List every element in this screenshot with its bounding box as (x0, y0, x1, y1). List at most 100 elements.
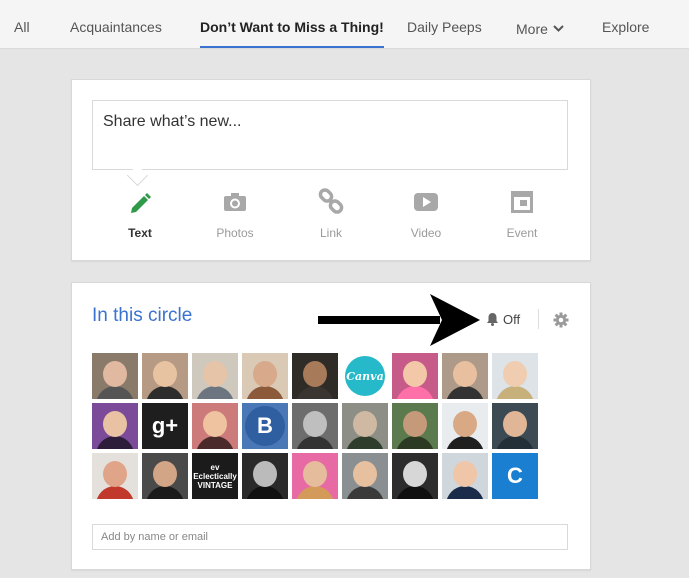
tab-explore[interactable]: Explore (602, 0, 649, 48)
notifications-toggle[interactable]: Off (486, 312, 520, 327)
link-icon (291, 188, 371, 216)
member-avatar[interactable] (442, 353, 488, 399)
member-avatar[interactable] (342, 403, 388, 449)
member-avatar[interactable] (292, 353, 338, 399)
member-avatar[interactable] (192, 403, 238, 449)
add-member-placeholder: Add by name or email (101, 531, 208, 543)
avatar-shoulders (396, 486, 434, 499)
member-avatar[interactable] (492, 403, 538, 449)
avatar-shoulders (196, 436, 234, 449)
avatar-head (503, 411, 527, 437)
share-option-label: Event (506, 226, 538, 240)
tab-label: Explore (602, 19, 650, 35)
share-photos-button[interactable]: Photos (195, 188, 275, 240)
avatar-shoulders (246, 486, 284, 499)
share-event-button[interactable]: Event (482, 188, 562, 240)
bell-icon (487, 313, 498, 326)
member-avatar[interactable] (92, 453, 138, 499)
member-avatar[interactable] (242, 453, 288, 499)
member-avatar[interactable] (142, 353, 188, 399)
avatar-head (403, 411, 427, 437)
avatar-shoulders (396, 436, 434, 449)
calendar-icon (482, 188, 562, 216)
member-avatar[interactable] (92, 403, 138, 449)
tab-label: Acquaintances (70, 19, 162, 35)
share-card: Share what’s new... Text Photos Link Vid… (71, 79, 591, 261)
avatar-shoulders (96, 486, 134, 499)
circle-tab-bar: All Acquaintances Don’t Want to Miss a T… (0, 0, 689, 49)
avatar-shoulders (346, 436, 384, 449)
tab-more[interactable]: More (516, 0, 564, 48)
avatar-shoulders (296, 436, 334, 449)
member-avatar[interactable] (242, 353, 288, 399)
share-input[interactable]: Share what’s new... (92, 100, 568, 170)
member-avatar[interactable] (342, 453, 388, 499)
avatar-shoulders (346, 486, 384, 499)
notifications-status: Off (503, 312, 521, 327)
avatar-shoulders (146, 386, 184, 399)
avatar-head (403, 461, 427, 487)
member-avatar[interactable] (442, 453, 488, 499)
chevron-down-icon (553, 0, 564, 54)
share-option-label: Photos (216, 226, 254, 240)
tab-all[interactable]: All (14, 0, 30, 48)
tab-label: Daily Peeps (407, 19, 482, 35)
member-avatar[interactable] (292, 453, 338, 499)
avatar-head (253, 361, 277, 387)
avatar-logo-text: B (245, 406, 285, 446)
member-avatar[interactable] (142, 453, 188, 499)
share-prompt: Share what’s new... (103, 113, 242, 130)
avatar-head (103, 411, 127, 437)
avatar-head (303, 361, 327, 387)
member-avatar[interactable] (392, 353, 438, 399)
member-avatar[interactable]: B (242, 403, 288, 449)
member-avatar[interactable]: C (492, 453, 538, 499)
circle-title: In this circle (92, 305, 193, 326)
avatar-logo-text: Canva (345, 356, 385, 396)
avatar-shoulders (446, 386, 484, 399)
camera-icon (195, 188, 275, 216)
member-avatar[interactable] (492, 353, 538, 399)
member-avatar[interactable] (442, 403, 488, 449)
member-avatar[interactable]: g+ (142, 403, 188, 449)
avatar-shoulders (146, 486, 184, 499)
member-avatar[interactable]: ev Eclectically VINTAGE (192, 453, 238, 499)
member-avatar[interactable]: Canva (342, 353, 388, 399)
share-option-label: Link (319, 226, 342, 240)
member-avatar[interactable] (392, 453, 438, 499)
avatar-head (303, 461, 327, 487)
share-link-button[interactable]: Link (291, 188, 371, 240)
avatar-head (153, 361, 177, 387)
tab-acquaintances[interactable]: Acquaintances (70, 0, 162, 48)
avatar-shoulders (246, 386, 284, 399)
member-avatar[interactable] (292, 403, 338, 449)
avatar-shoulders (196, 386, 234, 399)
avatar-shoulders (496, 436, 534, 449)
share-text-button[interactable]: Text (100, 188, 180, 240)
avatar-head (253, 461, 277, 487)
avatar-shoulders (296, 486, 334, 499)
avatar-head (203, 361, 227, 387)
member-avatar[interactable] (392, 403, 438, 449)
share-option-label: Text (128, 226, 152, 240)
active-tab-indicator (200, 46, 384, 48)
avatar-shoulders (496, 386, 534, 399)
tab-label: All (14, 19, 30, 35)
member-avatar[interactable] (92, 353, 138, 399)
avatar-head (453, 461, 477, 487)
avatar-head (103, 461, 127, 487)
member-avatar[interactable] (192, 353, 238, 399)
pencil-icon (100, 188, 180, 216)
tab-label: Don’t Want to Miss a Thing! (200, 19, 384, 35)
tab-daily-peeps[interactable]: Daily Peeps (407, 0, 482, 48)
add-member-input[interactable]: Add by name or email (92, 524, 568, 550)
avatar-head (103, 361, 127, 387)
avatar-shoulders (446, 486, 484, 499)
share-video-button[interactable]: Video (386, 188, 466, 240)
annotation-arrow (318, 294, 480, 346)
avatar-head (503, 361, 527, 387)
avatar-head (153, 461, 177, 487)
avatar-head (453, 411, 477, 437)
gear-icon[interactable] (553, 312, 569, 333)
tab-dont-want-to-miss-a-thing[interactable]: Don’t Want to Miss a Thing! (200, 0, 384, 48)
